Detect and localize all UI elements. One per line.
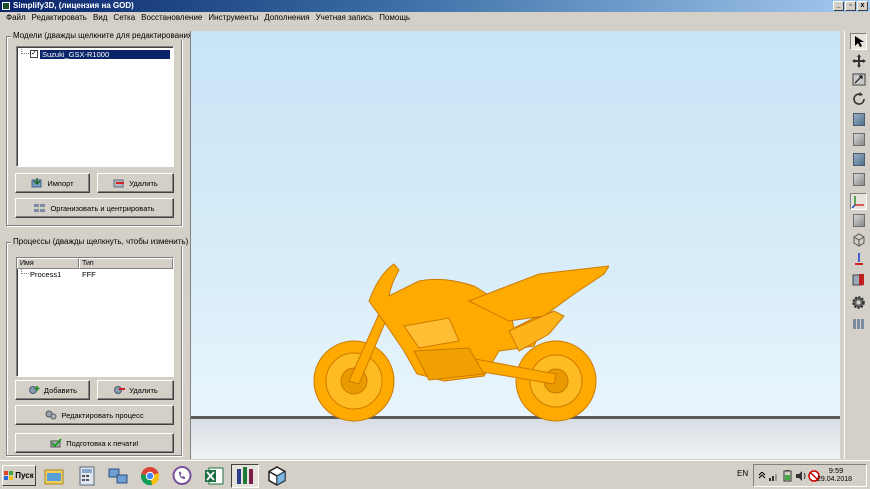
scale-icon[interactable] xyxy=(850,71,867,88)
window-controls: _ ▫ x xyxy=(833,1,868,11)
right-toolbar xyxy=(844,31,870,460)
processes-group: Процессы (дважды щелкнуть, чтобы изменит… xyxy=(6,237,191,456)
add-process-icon xyxy=(28,386,40,394)
clock-time[interactable]: 9:59 xyxy=(826,466,846,475)
prepare-print-label: Подготовка к печати! xyxy=(66,438,139,448)
rotate-icon[interactable] xyxy=(850,90,867,107)
col-type-header[interactable]: Тип xyxy=(79,258,173,269)
arrange-label: Организовать и центрировать xyxy=(50,203,155,213)
file-manager-icon[interactable] xyxy=(40,464,68,488)
edit-process-label: Редактировать процесс xyxy=(61,410,144,420)
process-row[interactable]: Process1 FFF xyxy=(30,269,173,279)
menu-account[interactable]: Учетная запись xyxy=(313,12,377,24)
menu-addons[interactable]: Дополнения xyxy=(261,12,312,24)
add-process-label: Добавить xyxy=(43,385,78,395)
restore-button[interactable]: ▫ xyxy=(845,1,856,11)
battery-icon[interactable] xyxy=(782,470,793,482)
arrange-icon xyxy=(34,204,46,212)
import-label: Импорт xyxy=(47,178,74,188)
signal-icon[interactable] xyxy=(769,471,779,481)
excel-icon[interactable] xyxy=(200,464,228,488)
window-titlebar[interactable]: Simplify3D, (лицензия на GOD) _ ▫ x xyxy=(0,0,870,12)
tree-connector xyxy=(21,269,29,274)
model-visibility-checkbox[interactable]: ✓ xyxy=(30,50,38,58)
volume-icon[interactable] xyxy=(795,470,807,482)
calculator-icon[interactable] xyxy=(73,464,101,488)
delete-process-icon xyxy=(114,386,126,394)
menu-view[interactable]: Вид xyxy=(90,12,110,24)
view-iso-cube-icon[interactable] xyxy=(850,171,867,188)
app-logo-icon xyxy=(2,2,10,10)
models-group-title: Модели (дважды щелкните для редактирован… xyxy=(11,31,197,40)
motorcycle-model[interactable] xyxy=(309,256,609,426)
delete-process-label: Удалить xyxy=(129,385,158,395)
taskbar: Пуск EN 9:59 29.04.2018 xyxy=(0,460,870,489)
tool-z-icon[interactable] xyxy=(850,250,867,267)
models-list[interactable]: ✓ Suzuki_GSX-R1000 xyxy=(16,46,174,167)
view-top-cube-icon[interactable] xyxy=(850,151,867,168)
solid-cube-icon[interactable] xyxy=(850,212,867,229)
windows-logo-icon xyxy=(4,471,14,480)
process-name: Process1 xyxy=(30,269,62,279)
move-icon[interactable] xyxy=(850,52,867,69)
view-side-cube-icon[interactable] xyxy=(850,131,867,148)
delete-process-button[interactable]: Удалить xyxy=(97,380,174,400)
processes-list[interactable]: Имя Тип Process1 FFF xyxy=(16,257,174,377)
wireframe-cube-icon[interactable] xyxy=(850,231,867,248)
tree-connector xyxy=(21,49,29,54)
start-button[interactable]: Пуск xyxy=(2,465,36,486)
3d-viewport[interactable] xyxy=(190,31,840,460)
axes-icon[interactable] xyxy=(850,193,867,210)
clock-date[interactable]: 29.04.2018 xyxy=(817,476,852,483)
models-group: Модели (дважды щелкните для редактирован… xyxy=(6,31,197,226)
delete-icon xyxy=(113,179,125,188)
chrome-icon[interactable] xyxy=(136,464,164,488)
settings-gear-icon[interactable] xyxy=(850,294,867,311)
menu-repair[interactable]: Восстановление xyxy=(138,12,205,24)
cube-app-icon[interactable] xyxy=(263,464,291,488)
simplify3d-icon[interactable] xyxy=(231,464,259,488)
import-button[interactable]: Импорт xyxy=(15,173,90,193)
import-icon xyxy=(31,178,42,188)
edit-process-icon xyxy=(45,410,57,420)
col-name-header[interactable]: Имя xyxy=(17,258,79,269)
model-item[interactable]: ✓ Suzuki_GSX-R1000 xyxy=(30,49,170,59)
model-item-label: Suzuki_GSX-R1000 xyxy=(40,49,170,59)
processes-group-title: Процессы (дважды щелкнуть, чтобы изменит… xyxy=(11,237,191,246)
menu-edit[interactable]: Редактировать xyxy=(29,12,90,24)
add-process-button[interactable]: Добавить xyxy=(15,380,90,400)
view-front-cube-icon[interactable] xyxy=(850,111,867,128)
edit-process-button[interactable]: Редактировать процесс xyxy=(15,405,174,425)
menu-help[interactable]: Помощь xyxy=(376,12,413,24)
prepare-print-icon xyxy=(50,438,62,448)
close-button[interactable]: x xyxy=(857,1,868,11)
menu-file[interactable]: Файл xyxy=(3,12,29,24)
language-indicator[interactable]: EN xyxy=(737,469,748,478)
cross-section-icon[interactable] xyxy=(850,271,867,288)
delete-model-button[interactable]: Удалить xyxy=(97,173,174,193)
left-panel: Модели (дважды щелкните для редактирован… xyxy=(0,24,197,460)
menu-bar: Файл Редактировать Вид Сетка Восстановле… xyxy=(0,12,870,24)
process-type: FFF xyxy=(82,269,96,279)
menu-tools[interactable]: Инструменты xyxy=(205,12,261,24)
prepare-print-button[interactable]: Подготовка к печати! xyxy=(15,433,174,453)
start-label: Пуск xyxy=(15,471,34,480)
select-arrow-icon[interactable] xyxy=(850,33,867,50)
arrange-center-button[interactable]: Организовать и центрировать xyxy=(15,198,174,218)
minimize-button[interactable]: _ xyxy=(833,1,844,11)
window-title: Simplify3D, (лицензия на GOD) xyxy=(13,1,134,10)
columns-icon[interactable] xyxy=(850,315,867,332)
menu-mesh[interactable]: Сетка xyxy=(110,12,138,24)
tray-expand-icon[interactable] xyxy=(758,472,766,480)
network-icon[interactable] xyxy=(104,464,132,488)
viber-icon[interactable] xyxy=(168,464,196,488)
delete-model-label: Удалить xyxy=(129,178,158,188)
